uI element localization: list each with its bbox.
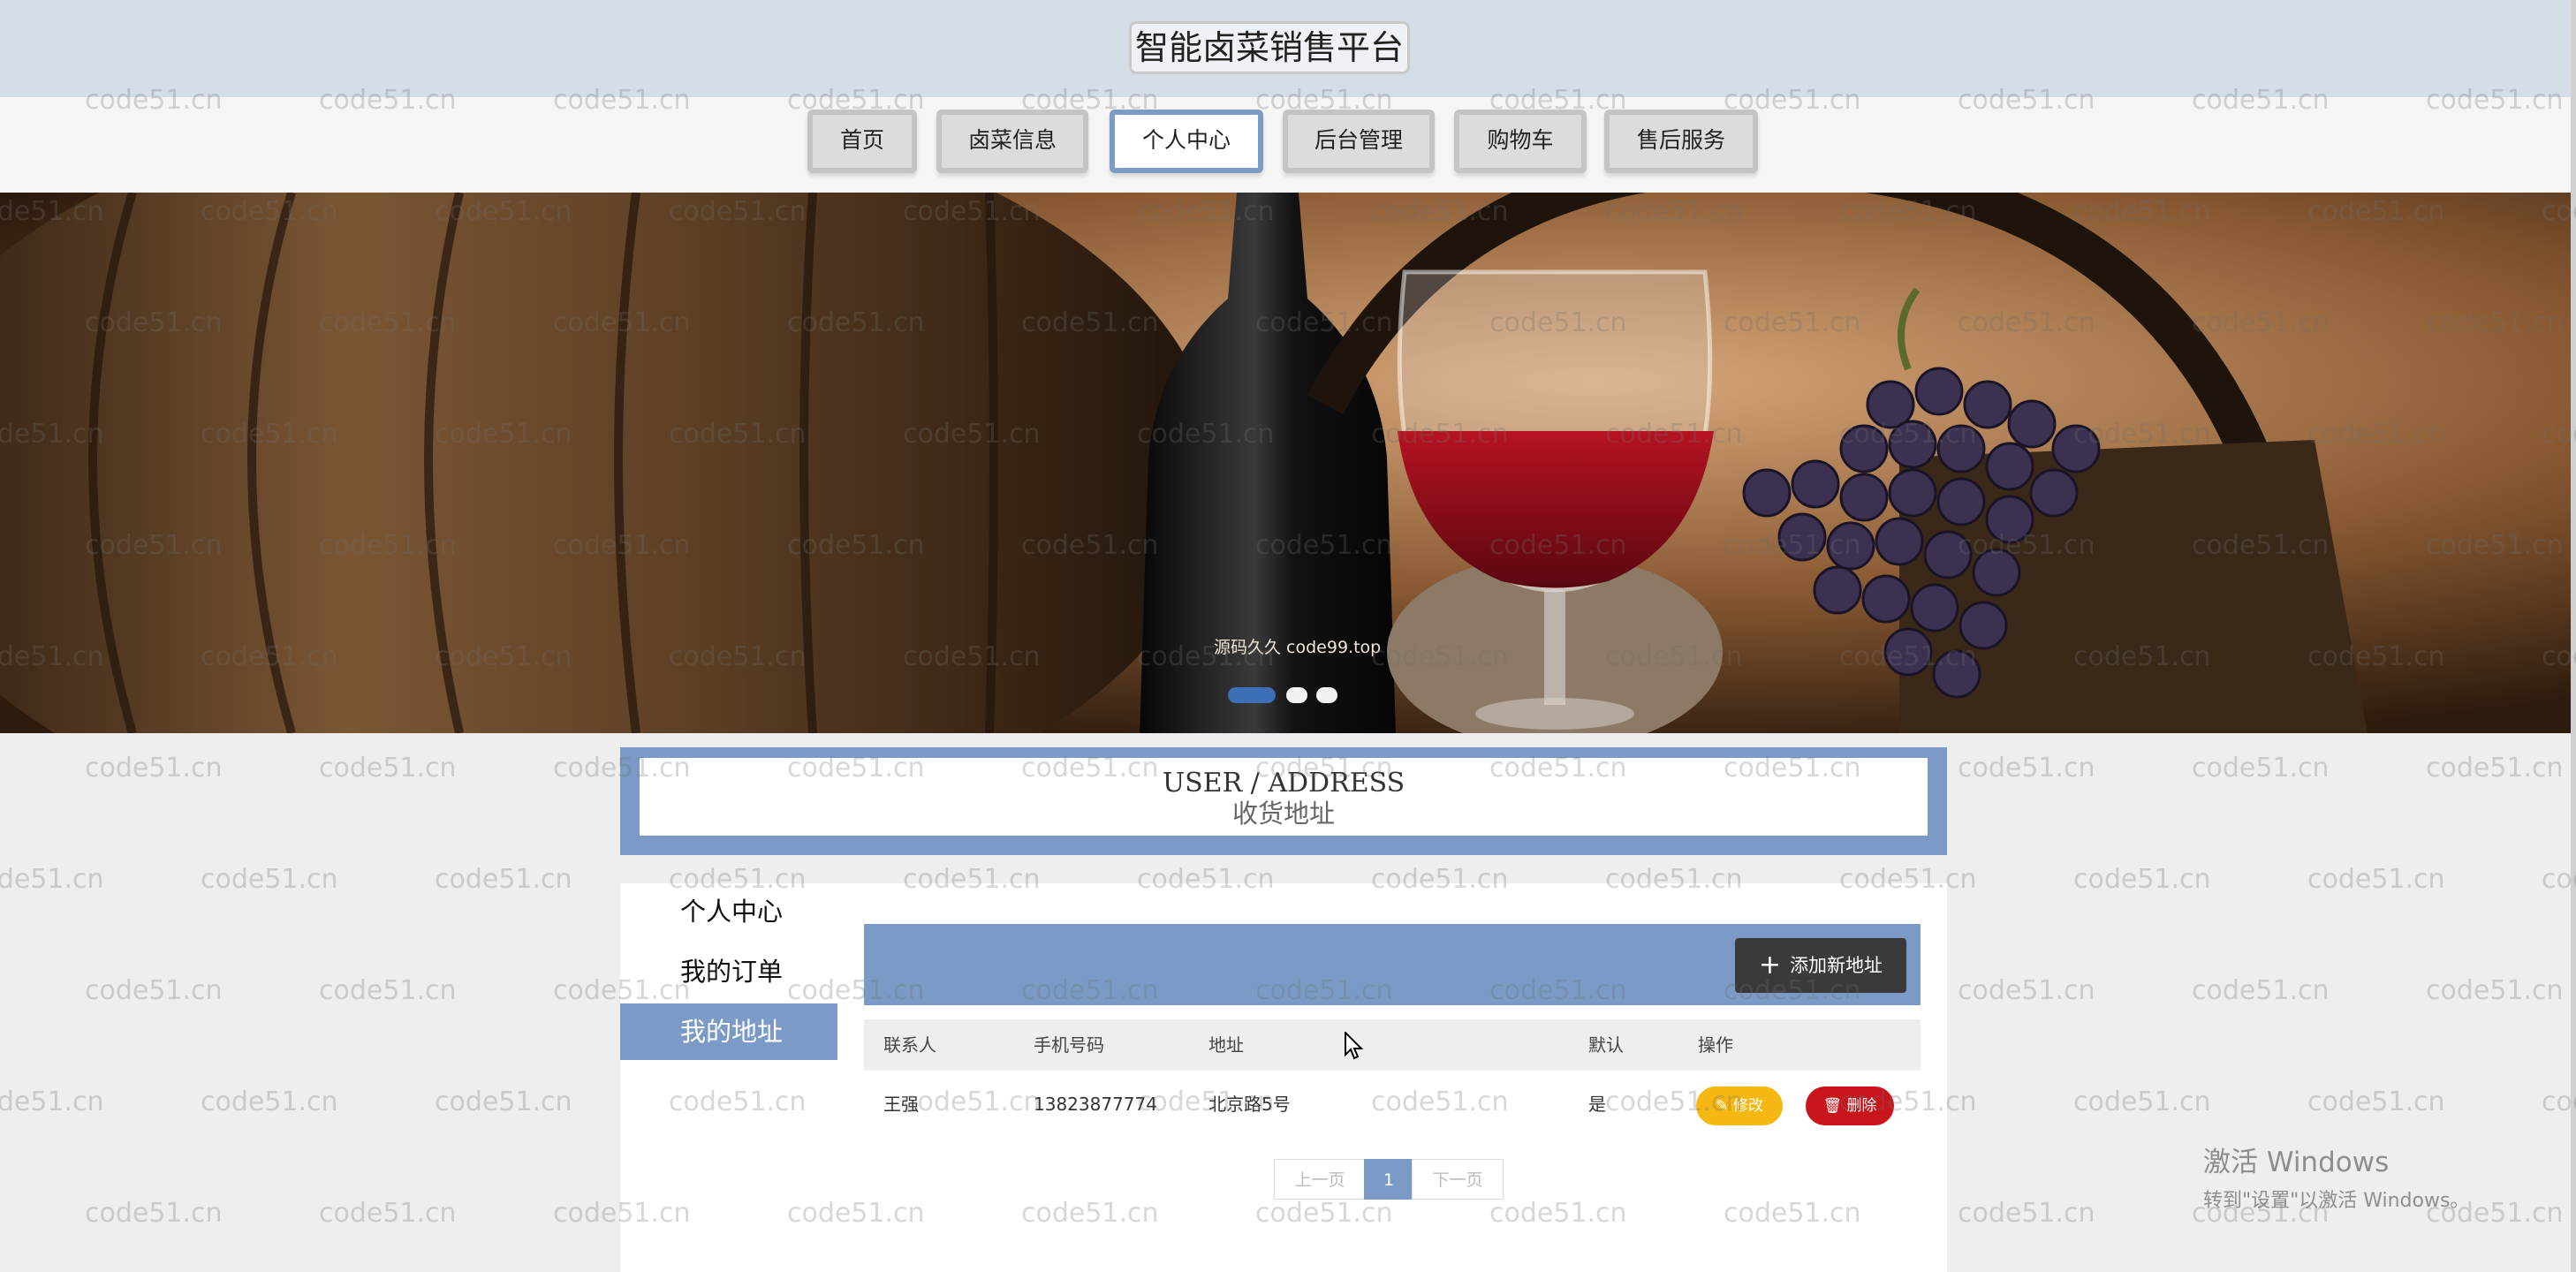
table-header: 联系人 手机号码 地址 默认 操作 — [864, 1019, 1921, 1071]
banner-caption: 源码久久 code99.top — [1214, 638, 1382, 657]
nav-cart[interactable]: 购物车 — [1454, 110, 1587, 173]
mouse-cursor-icon — [1345, 1032, 1364, 1060]
watermark-text: code51.cn — [201, 1086, 338, 1117]
delete-label: 删除 — [1846, 1097, 1877, 1115]
nav-products[interactable]: 卤菜信息 — [936, 110, 1088, 173]
page-1-button[interactable]: 1 — [1364, 1159, 1413, 1200]
watermark-text: code51.cn — [435, 1086, 572, 1117]
table-row: 王强 13823877774 北京路5号 是 ✎ 修改 🗑 删除 — [864, 1074, 1921, 1134]
watermark-text: code51.cn — [2073, 864, 2211, 895]
cell-phone: 13823877774 — [1034, 1094, 1157, 1115]
watermark-text: code51.cn — [2073, 1086, 2211, 1117]
trash-icon: 🗑 — [1822, 1097, 1843, 1115]
column-actions: 操作 — [1698, 1034, 1733, 1056]
watermark-text: code51.cn — [201, 864, 338, 895]
activation-title: 激活 Windows — [2203, 1147, 2390, 1178]
watermark-text: code51.cn — [85, 1198, 223, 1229]
watermark-text: code51.cn — [319, 1198, 457, 1229]
section-title-cn: 收货地址 — [1231, 799, 1335, 829]
add-address-label: 添加新地址 — [1790, 955, 1883, 976]
watermark-text: code51.cn — [1958, 753, 2095, 784]
delete-button[interactable]: 🗑 删除 — [1806, 1086, 1894, 1125]
watermark-text: code51.cn — [0, 1086, 104, 1117]
sidebar-item-my-orders[interactable]: 我的订单 — [620, 943, 837, 1000]
watermark-text: code51.cn — [1958, 1198, 2095, 1229]
address-toolbar: + 添加新地址 — [864, 924, 1921, 1005]
nav-after-sales[interactable]: 售后服务 — [1604, 110, 1758, 173]
watermark-text: code51.cn — [85, 753, 223, 784]
sidebar-item-my-address[interactable]: 我的地址 — [620, 1003, 837, 1060]
carousel-dot-1[interactable] — [1228, 687, 1276, 703]
pencil-icon: ✎ — [1716, 1097, 1729, 1115]
watermark-text: code51.cn — [85, 975, 223, 1006]
watermark-text: code51.cn — [2192, 753, 2330, 784]
content-panel: 个人中心 我的订单 我的地址 + 添加新地址 联系人 手机号码 地址 默认 操作 … — [620, 883, 1947, 1272]
carousel-dot-3[interactable] — [1316, 687, 1337, 703]
watermark-text: code51.cn — [1958, 975, 2095, 1006]
column-phone: 手机号码 — [1034, 1034, 1104, 1056]
watermark-text: code51.cn — [2307, 1086, 2445, 1117]
plus-icon: + — [1758, 950, 1782, 980]
section-title-en: USER / ADDRESS — [1162, 768, 1405, 799]
site-header: 智能卤菜销售平台 — [0, 0, 2576, 98]
edit-button[interactable]: ✎ 修改 — [1696, 1086, 1783, 1125]
watermark-text: code51.cn — [2426, 753, 2564, 784]
column-address: 地址 — [1208, 1034, 1244, 1056]
site-title: 智能卤菜销售平台 — [1129, 21, 1410, 74]
nav-admin[interactable]: 后台管理 — [1283, 110, 1435, 173]
cell-default: 是 — [1588, 1094, 1606, 1115]
watermark-text: code51.cn — [435, 864, 572, 895]
nav-home[interactable]: 首页 — [807, 110, 917, 173]
watermark-text: code51.cn — [0, 864, 104, 895]
section-title-box: USER / ADDRESS 收货地址 — [620, 747, 1947, 855]
main-nav: 首页 卤菜信息 个人中心 后台管理 购物车 售后服务 — [0, 97, 2576, 193]
watermark-text: code51.cn — [2307, 864, 2445, 895]
windows-activation-notice: 激活 Windows 转到"设置"以激活 Windows。 — [2203, 1140, 2469, 1213]
sidebar-item-user-center[interactable]: 个人中心 — [620, 883, 837, 940]
column-contact: 联系人 — [883, 1034, 936, 1056]
section-title: USER / ADDRESS 收货地址 — [640, 758, 1928, 836]
column-default: 默认 — [1588, 1034, 1624, 1056]
cell-contact: 王强 — [883, 1094, 919, 1115]
activation-subtitle: 转到"设置"以激活 Windows。 — [2203, 1190, 2470, 1212]
cell-address: 北京路5号 — [1208, 1094, 1291, 1115]
watermark-text: code51.cn — [319, 975, 457, 1006]
edit-label: 修改 — [1732, 1097, 1763, 1115]
hero-banner[interactable]: 源码久久 code99.top — [0, 193, 2571, 733]
watermark-text: code51.cn — [319, 753, 457, 784]
prev-page-button[interactable]: 上一页 — [1274, 1159, 1366, 1200]
carousel-dot-2[interactable] — [1286, 687, 1307, 703]
watermark-text: code51.cn — [2426, 975, 2564, 1006]
watermark-text: code51.cn — [2192, 975, 2330, 1006]
nav-user-center[interactable]: 个人中心 — [1110, 110, 1263, 173]
page-scrollbar[interactable] — [2571, 0, 2576, 1272]
next-page-button[interactable]: 下一页 — [1412, 1159, 1504, 1200]
add-address-button[interactable]: + 添加新地址 — [1735, 938, 1906, 993]
